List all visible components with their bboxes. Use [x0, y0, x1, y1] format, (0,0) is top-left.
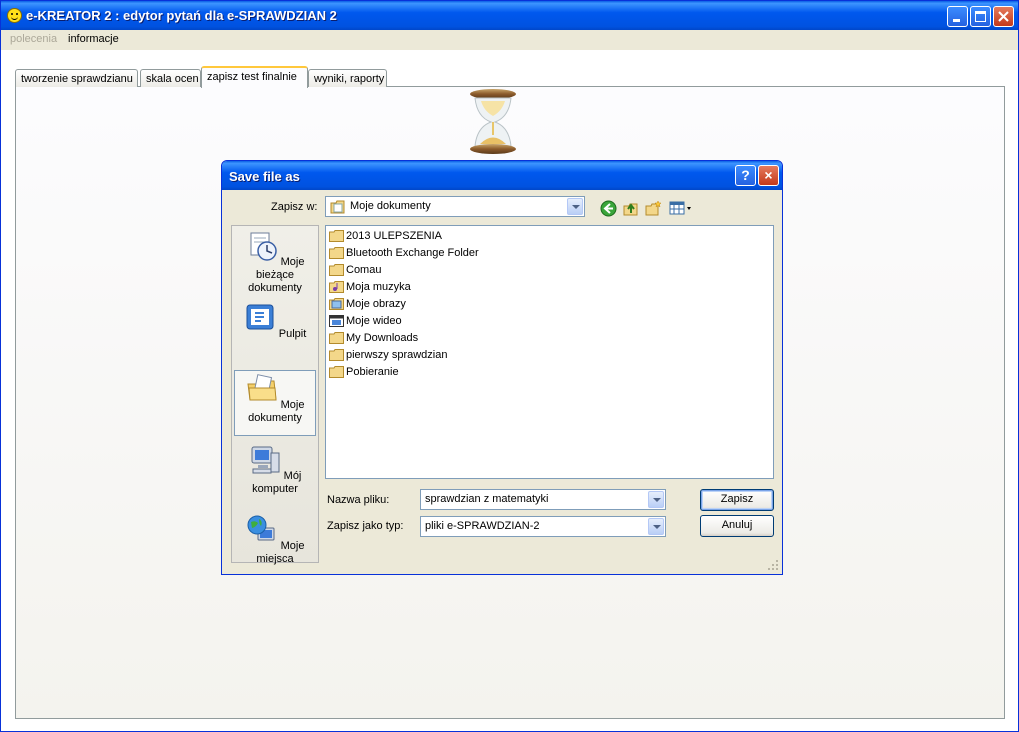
save-button[interactable]: Zapisz — [700, 489, 774, 511]
chevron-down-icon[interactable] — [567, 198, 583, 215]
video-folder-icon — [329, 315, 344, 327]
filetype-label: Zapisz jako typ: — [327, 520, 404, 532]
folder-icon — [329, 230, 344, 242]
save-in-label: Zapisz w: — [271, 201, 318, 213]
place-label: Pulpit — [278, 328, 307, 340]
file-list[interactable]: 2013 ULEPSZENIA Bluetooth Exchange Folde… — [325, 225, 774, 479]
my-computer-icon — [251, 446, 280, 474]
new-folder-icon[interactable] — [645, 200, 662, 217]
back-icon[interactable] — [600, 200, 617, 217]
place-desktop[interactable]: Pulpit — [234, 302, 316, 368]
place-recent-documents[interactable]: Moje bieżące dokumenty — [234, 230, 316, 296]
save-file-dialog: Save file as ? × Zapisz w: Moje dokument… — [221, 160, 783, 575]
place-my-computer[interactable]: Mój komputer — [234, 444, 316, 510]
cancel-button[interactable]: Anuluj — [700, 515, 774, 537]
dialog-title: Save file as — [229, 169, 300, 184]
my-documents-small-icon — [330, 200, 345, 214]
place-network[interactable]: Moje miejsca — [234, 514, 316, 580]
resize-grip-icon[interactable] — [767, 559, 779, 571]
menu-bar: polecenia informacje — [1, 30, 1018, 50]
filename-value: sprawdzian z matematyki — [425, 493, 549, 505]
hourglass-icon — [470, 89, 516, 154]
filename-field[interactable]: sprawdzian z matematyki — [420, 489, 666, 510]
menu-polecenia[interactable]: polecenia — [10, 33, 57, 45]
main-window: e-KREATOR 2 : edytor pytań dla e-SPRAWDZ… — [0, 0, 1019, 732]
smiley-app-icon — [7, 8, 22, 23]
view-menu-icon[interactable] — [669, 200, 693, 217]
title-bar[interactable]: e-KREATOR 2 : edytor pytań dla e-SPRAWDZ… — [1, 1, 1018, 30]
pictures-folder-icon — [329, 298, 344, 310]
window-title: e-KREATOR 2 : edytor pytań dla e-SPRAWDZ… — [26, 8, 337, 23]
save-in-combo[interactable]: Moje dokumenty — [325, 196, 585, 217]
chevron-down-icon[interactable] — [648, 518, 664, 535]
dialog-close-button[interactable]: × — [758, 165, 779, 186]
recent-documents-icon — [250, 232, 277, 261]
minimize-button[interactable] — [947, 6, 968, 27]
menu-informacje[interactable]: informacje — [68, 33, 119, 45]
maximize-button[interactable] — [970, 6, 991, 27]
folder-icon — [329, 264, 344, 276]
tab-skala-ocen[interactable]: skala ocen — [140, 69, 201, 87]
folder-icon — [329, 247, 344, 259]
tab-tworzenie-sprawdzianu[interactable]: tworzenie sprawdzianu — [15, 69, 138, 87]
network-places-icon — [247, 515, 275, 541]
tab-wyniki-raporty[interactable]: wyniki, raporty — [308, 69, 387, 87]
tab-zapisz-test-finalnie[interactable]: zapisz test finalnie — [201, 66, 308, 88]
places-bar: Moje bieżące dokumenty Pulpit Moje dokum… — [231, 225, 319, 565]
place-my-documents[interactable]: Moje dokumenty — [234, 370, 316, 436]
up-folder-icon[interactable] — [622, 200, 639, 217]
filename-label: Nazwa pliku: — [327, 494, 390, 506]
close-icon — [998, 11, 1009, 22]
folder-icon — [329, 349, 344, 361]
music-folder-icon — [329, 281, 344, 293]
dialog-title-bar[interactable]: Save file as ? × — [222, 161, 782, 190]
help-button[interactable]: ? — [735, 165, 756, 186]
filetype-value: pliki e-SPRAWDZIAN-2 — [425, 520, 540, 532]
desktop-icon — [246, 304, 274, 330]
folder-icon — [329, 366, 344, 378]
my-documents-icon — [246, 374, 277, 401]
filetype-select[interactable]: pliki e-SPRAWDZIAN-2 — [420, 516, 666, 537]
chevron-down-icon[interactable] — [648, 491, 664, 508]
save-in-value: Moje dokumenty — [350, 200, 431, 212]
close-button[interactable] — [993, 6, 1014, 27]
folder-icon — [329, 332, 344, 344]
